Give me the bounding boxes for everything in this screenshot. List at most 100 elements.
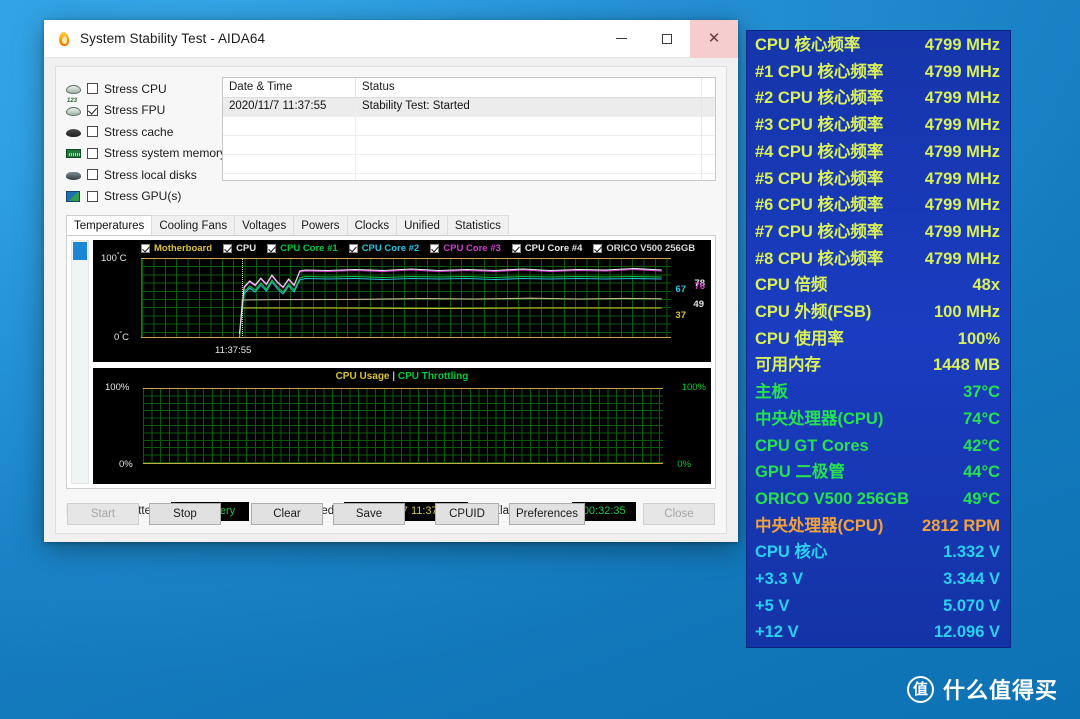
close-button[interactable]: ✕ [690,20,738,58]
legend-checkbox[interactable] [430,244,439,253]
stress-cpu-checkbox[interactable] [87,83,98,94]
sensor-row: +12 V12.096 V [755,624,1000,641]
temperature-time-marker [242,258,243,338]
sensor-value: 1448 MB [933,357,1000,374]
preferences-button[interactable]: Preferences [509,503,585,525]
cpu-ytick-bottom-left: 0% [119,459,133,470]
legend-item-cpu-core-1[interactable]: CPU Core #1 [267,243,338,254]
sensor-value: 12.096 V [934,624,1000,641]
chart-scrollbar[interactable] [71,240,89,484]
log-scrollbar[interactable] [701,78,715,180]
stress-options-list: Stress CPU Stress FPU Stress cache [66,77,211,208]
stress-gpu-checkbox[interactable] [87,191,98,202]
cell-status: Stability Test: Started [356,98,715,116]
sensor-row: 中央处理器(CPU)2812 RPM [755,518,1000,535]
sensor-row: CPU GT Cores42°C [755,438,1000,455]
stress-disks-checkbox[interactable] [87,169,98,180]
start-button[interactable]: Start [67,503,139,525]
legend-label: CPU Core #1 [280,243,338,254]
cpu-usage-chart[interactable]: CPU Usage | CPU Throttling 100% 0% 100% … [93,368,711,484]
legend-item-cpu[interactable]: CPU [223,243,256,254]
cpuid-button[interactable]: CPUID [435,503,499,525]
close-dialog-button[interactable]: Close [643,503,715,525]
tab-powers[interactable]: Powers [293,215,347,235]
sensor-key: #1 CPU 核心频率 [755,64,883,81]
cell-datetime [223,117,356,135]
stress-cache-checkbox[interactable] [87,126,98,137]
stress-option-label: Stress cache [104,125,173,139]
temperature-axis-bottom [141,337,671,338]
cell-status [356,174,715,181]
cpu-throttling-legend: CPU Throttling [398,371,469,382]
watermark: 值 什么值得买 [907,673,1058,705]
legend-checkbox[interactable] [223,244,232,253]
sensor-key: +3.3 V [755,571,803,588]
stress-memory-checkbox[interactable] [87,148,98,159]
stop-button[interactable]: Stop [149,503,221,525]
event-log-table[interactable]: Date & Time Status 2020/11/7 11:37:55 St… [222,77,716,181]
stress-option-fpu[interactable]: Stress FPU [66,101,211,120]
sensor-row: #6 CPU 核心频率4799 MHz [755,197,1000,214]
tab-cooling-fans[interactable]: Cooling Fans [151,215,235,235]
tab-voltages[interactable]: Voltages [234,215,294,235]
stress-option-memory[interactable]: Stress system memory [66,144,211,163]
sensor-row: +3.3 V3.344 V [755,571,1000,588]
sensor-row: +5 V 5.070 V [755,598,1000,615]
sensor-key: +5 V [755,598,789,615]
window-title: System Stability Test - AIDA64 [80,31,598,46]
sensor-key: CPU 核心频率 [755,37,860,54]
legend-item-orico-v500[interactable]: ORICO V500 256GB [593,243,695,254]
stress-option-cache[interactable]: Stress cache [66,122,211,141]
table-row[interactable] [223,174,715,181]
table-row[interactable] [223,155,715,174]
stress-option-label: Stress local disks [104,168,197,182]
legend-checkbox[interactable] [267,244,276,253]
temperature-chart[interactable]: Motherboard CPU CPU Core #1 [93,240,711,362]
maximize-button[interactable] [644,20,690,58]
save-button[interactable]: Save [333,503,405,525]
legend-item-motherboard[interactable]: Motherboard [141,243,212,254]
tab-clocks[interactable]: Clocks [347,215,398,235]
sensor-key: CPU 外频(FSB) [755,304,871,321]
temperature-value-label-67: 67 [675,284,686,295]
stress-option-cpu[interactable]: Stress CPU [66,79,211,98]
legend-checkbox[interactable] [349,244,358,253]
charts-column: Motherboard CPU CPU Core #1 [93,240,711,484]
legend-checkbox[interactable] [141,244,150,253]
clear-button[interactable]: Clear [251,503,323,525]
top-region: Stress CPU Stress FPU Stress cache [56,67,726,208]
legend-checkbox[interactable] [593,244,602,253]
stress-option-gpu[interactable]: Stress GPU(s) [66,187,211,206]
sensor-row: #4 CPU 核心频率4799 MHz [755,144,1000,161]
sensor-value: 4799 MHz [925,64,1000,81]
cpu-plot-area [143,388,663,464]
sensor-value: 4799 MHz [925,197,1000,214]
sensor-key: 可用内存 [755,357,821,374]
minimize-button[interactable] [598,20,644,58]
stress-fpu-checkbox[interactable] [87,105,98,116]
cpu-axis-bottom [143,463,663,464]
sensor-osd-panel: CPU 核心频率 4799 MHz #1 CPU 核心频率 4799 MHz #2 … [746,30,1011,648]
sensor-row: #2 CPU 核心频率4799 MHz [755,90,1000,107]
table-row[interactable] [223,117,715,136]
gpu-icon [66,189,83,203]
cell-status [356,155,715,173]
tab-unified[interactable]: Unified [396,215,448,235]
legend-item-cpu-core-2[interactable]: CPU Core #2 [349,243,420,254]
charts-container: Motherboard CPU CPU Core #1 [66,235,716,489]
legend-item-cpu-core-3[interactable]: CPU Core #3 [430,243,501,254]
sensor-value: 1.332 V [943,544,1000,561]
table-row[interactable] [223,136,715,155]
stress-option-disks[interactable]: Stress local disks [66,165,211,184]
legend-label: Motherboard [154,243,212,254]
tab-statistics[interactable]: Statistics [447,215,509,235]
chart-scrollbar-thumb[interactable] [73,242,87,260]
window-titlebar[interactable]: System Stability Test - AIDA64 ✕ [44,20,738,58]
sensor-value: 5.070 V [943,598,1000,615]
cpu-axis-top [143,388,663,389]
sensor-key: #5 CPU 核心频率 [755,171,883,188]
table-row[interactable]: 2020/11/7 11:37:55 Stability Test: Start… [223,98,715,117]
legend-checkbox[interactable] [512,244,521,253]
tab-temperatures[interactable]: Temperatures [66,215,152,235]
legend-item-cpu-core-4[interactable]: CPU Core #4 [512,243,583,254]
